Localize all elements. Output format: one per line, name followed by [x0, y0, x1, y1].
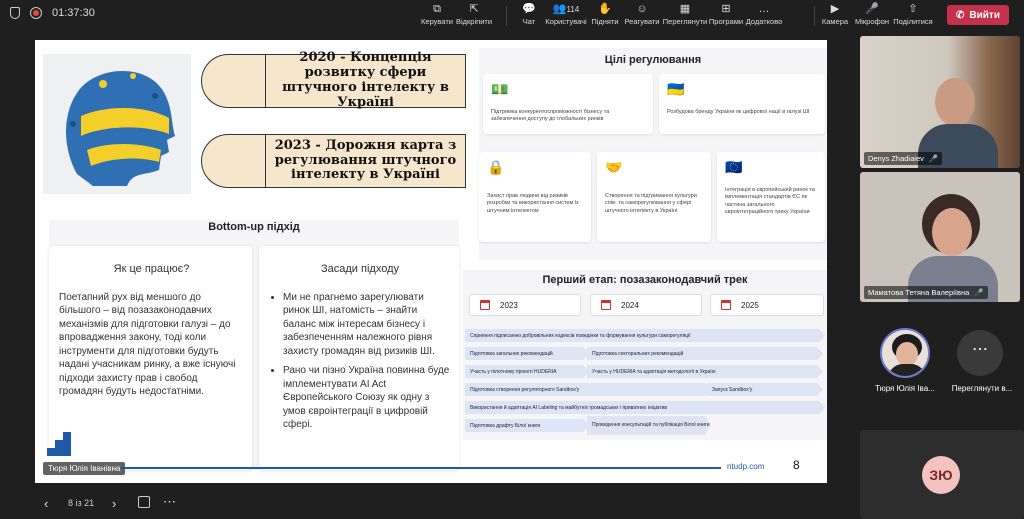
- roadmap-bar: Сприяння підписанню добровільних кодексі…: [465, 329, 825, 342]
- mic-icon: 🎤: [928, 154, 939, 163]
- unpin-icon: ⇱: [469, 3, 479, 15]
- chat-icon: 💬: [522, 3, 536, 15]
- goal-card: 🇪🇺 Інтеграція в європейський ринок та ім…: [717, 152, 825, 242]
- roadmap-bar: Участь у пілотному проекті HUDERIA: [465, 365, 589, 378]
- more-icon: ⋯: [957, 330, 1003, 376]
- react-button[interactable]: ☺ Реагувати: [622, 0, 662, 30]
- principles-card: Засади підходу Ми не прагнемо зарегулюва…: [259, 246, 459, 470]
- goal-card: 💵 Підтримка конкурентоспроможності бізне…: [483, 74, 653, 134]
- eu-flag-icon: 🇪🇺: [725, 159, 743, 175]
- people-button[interactable]: 👥114 Користувачі: [544, 0, 588, 30]
- how-it-works-title: Як це працює?: [113, 263, 190, 275]
- participant-name: Denys Zhadiaiev: [868, 154, 924, 163]
- meeting-toolbar: 01:37:30 ⧉ Керувати ⇱ Відкріпити 💬 Чат 👥114…: [0, 0, 1024, 30]
- footer-line: [121, 467, 721, 469]
- goals-title: Цілі регулювання: [604, 54, 702, 66]
- chat-button[interactable]: 💬 Чат: [514, 0, 544, 30]
- roadmap-bar: Використання й адаптація AI Labeling та …: [465, 401, 825, 414]
- slide-page-indicator: 8 із 21: [68, 498, 95, 508]
- roadmap-bar: Підготовка створення регуляторного Sandb…: [465, 383, 711, 396]
- camera-icon: ▶: [830, 3, 840, 15]
- lock-icon: 🔒: [487, 159, 505, 175]
- avatar: [880, 328, 930, 378]
- more-icon: …: [758, 3, 770, 15]
- presentation-slide: 2020 - Концепція розвитку сфери штучного…: [35, 40, 827, 483]
- year-2025: 2025: [710, 294, 824, 316]
- participant-name: Маматова Тетяна Валеріївна: [868, 288, 970, 297]
- camera-button[interactable]: ▶ Камера: [818, 0, 852, 30]
- year-2024: 2024: [590, 294, 702, 316]
- share-button[interactable]: ⇧ Поділитися: [892, 0, 934, 30]
- mic-button[interactable]: 🎤 Мікрофон: [852, 0, 892, 30]
- roadmap-bar: Запуск Sandbox'у: [707, 383, 823, 396]
- shield-icon: [10, 7, 20, 19]
- apps-icon: ⊞: [721, 3, 731, 15]
- how-it-works-text: Поетапний рух від меншого до більшого – …: [59, 291, 236, 398]
- roadmap-bar: Підготовка драфту Білої книги: [465, 419, 589, 432]
- roadmap-bar: Підготовка загальних рекомендацій: [465, 347, 589, 360]
- participant-video-tile[interactable]: Denys Zhadiaiev 🎤: [860, 36, 1020, 168]
- control-icon: ⧉: [433, 3, 441, 15]
- year-2023: 2023: [469, 294, 581, 316]
- roadmap-bar: Участь у HUDERIA та адаптація методологі…: [587, 365, 823, 378]
- view-icon: ▦: [679, 3, 691, 15]
- control-button[interactable]: ⧉ Керувати: [420, 0, 454, 30]
- mic-icon: 🎤: [974, 288, 984, 297]
- self-view-tile[interactable]: ЗЮ: [860, 430, 1024, 519]
- unpin-button[interactable]: ⇱ Відкріпити: [454, 0, 494, 30]
- view-button[interactable]: ▦ Переглянути: [662, 0, 708, 30]
- roadmap-bar: Проведення консультацій та публікація Бі…: [587, 416, 711, 435]
- ukraine-flag-icon: 🇺🇦: [667, 81, 685, 97]
- slides-grid-icon[interactable]: [138, 496, 150, 508]
- meeting-timer: 01:37:30: [52, 7, 95, 19]
- goal-card: 🤝 Створення та підтримання культури спів…: [597, 152, 711, 242]
- shared-content-stage: 2020 - Концепція розвитку сфери штучного…: [0, 30, 860, 490]
- apps-button[interactable]: ⊞ Програми: [708, 0, 744, 30]
- bottom-up-title: Bottom-up підхід: [208, 221, 300, 233]
- next-slide-icon[interactable]: ›: [112, 496, 116, 511]
- raise-hand-icon: ✋: [598, 3, 612, 15]
- roadmap-bar: Підготовка секторальних рекомендацій: [587, 347, 823, 360]
- raise-hand-button[interactable]: ✋ Підняти: [588, 0, 622, 30]
- leave-button[interactable]: ✆ Вийти: [947, 5, 1009, 25]
- participant-name: Тюря Юлія Іва...: [875, 384, 935, 393]
- handshake-icon: 🤝: [605, 159, 623, 175]
- footer-url: ntudp.com: [727, 462, 765, 471]
- mic-icon: 🎤: [865, 3, 879, 15]
- principle-item: Рано чи пізно Україна повинна буде імпле…: [283, 364, 451, 432]
- view-more-button[interactable]: ⋯ Переглянути в...: [942, 328, 1022, 398]
- recording-icon: [30, 7, 42, 19]
- money-icon: 💵: [491, 81, 509, 97]
- share-icon: ⇧: [908, 3, 918, 15]
- participant-avatar-tile[interactable]: Тюря Юлія Іва...: [862, 328, 942, 398]
- principle-item: Ми не прагнемо зарегулювати ринок ШІ, на…: [283, 291, 451, 359]
- react-icon: ☺: [636, 3, 648, 15]
- first-stage-title: Перший етап: позазаконодавчий трек: [542, 274, 748, 286]
- previous-slide-icon[interactable]: ‹: [44, 496, 48, 511]
- goal-card: 🔒 Захист прав людини від ризиків розробк…: [479, 152, 591, 242]
- concept-2020-box: 2020 - Концепція розвитку сфери штучного…: [201, 50, 466, 110]
- phone-icon: ✆: [956, 9, 965, 21]
- calendar-icon: [480, 300, 490, 310]
- principles-title: Засади підходу: [321, 263, 399, 275]
- participants-panel: Denys Zhadiaiev 🎤 Маматова Тетяна Валерії…: [860, 30, 1024, 519]
- slide-navigation-bar: ‹ 8 із 21 › ⋯: [0, 490, 860, 519]
- slide-number: 8: [793, 458, 800, 472]
- self-avatar: ЗЮ: [922, 456, 960, 494]
- calendar-icon: [721, 300, 731, 310]
- calendar-icon: [601, 300, 611, 310]
- how-it-works-card: Як це працює? Поетапний рух від меншого …: [49, 246, 252, 470]
- more-button[interactable]: … Додатково: [744, 0, 784, 30]
- ai-head-illustration: [43, 54, 191, 194]
- roadmap-2023-box: 2023 - Дорожня карта з регулювання штучн…: [201, 134, 466, 188]
- more-options-icon[interactable]: ⋯: [163, 494, 176, 510]
- people-count: 114: [566, 5, 580, 14]
- people-icon: 👥: [552, 3, 567, 15]
- participant-video-tile[interactable]: Маматова Тетяна Валеріївна 🎤: [860, 172, 1020, 302]
- goal-card: 🇺🇦 Розбудова бренду України як цифрової …: [659, 74, 825, 134]
- presenter-label: Тюря Юлія Іванівна: [43, 462, 126, 475]
